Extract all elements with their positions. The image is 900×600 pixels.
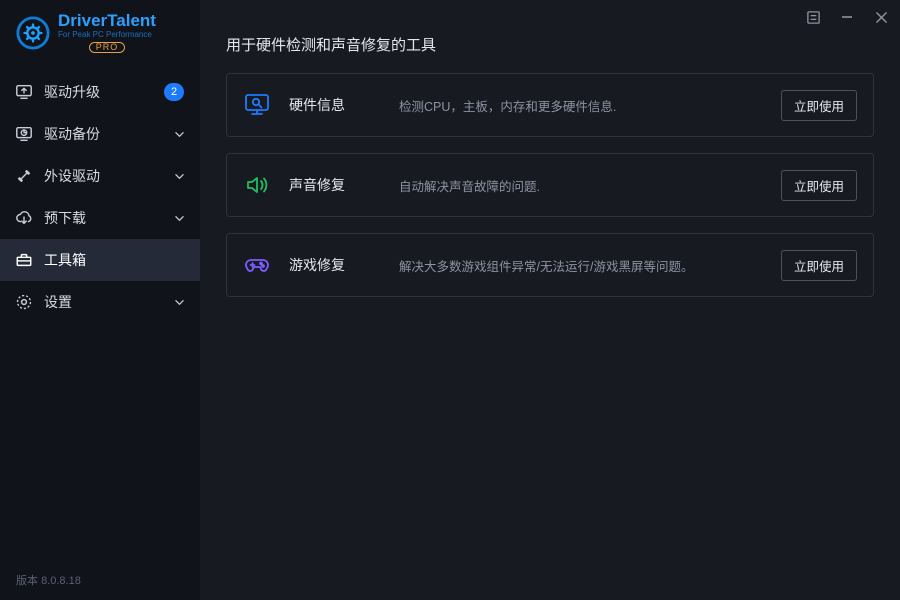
sidebar-item-driver-upgrade[interactable]: 驱动升级 2: [0, 71, 200, 113]
app-logo: DriverTalent For Peak PC Performance PRO: [0, 0, 200, 71]
sidebar-item-toolbox[interactable]: 工具箱: [0, 239, 200, 281]
backup-icon: [14, 124, 34, 144]
tool-name: 硬件信息: [289, 95, 399, 115]
titlebar: [804, 8, 890, 26]
app-title: DriverTalent: [58, 12, 156, 29]
sound-icon: [243, 171, 271, 199]
gamepad-icon: [243, 251, 271, 279]
app-subtitle: For Peak PC Performance: [58, 31, 156, 39]
sidebar-item-label: 预下载: [44, 208, 174, 228]
gear-icon: [14, 292, 34, 312]
use-now-button[interactable]: 立即使用: [781, 90, 857, 121]
version-label: 版本 8.0.8.18: [16, 572, 81, 588]
main: 用于硬件检测和声音修复的工具 硬件信息 检测CPU，主板，内存和更多硬件信息. …: [200, 0, 900, 600]
upgrade-badge: 2: [164, 83, 184, 101]
sidebar: DriverTalent For Peak PC Performance PRO…: [0, 0, 200, 600]
tool-row-game-repair: 游戏修复 解决大多数游戏组件异常/无法运行/游戏黑屏等问题。 立即使用: [226, 233, 874, 297]
toolbox-icon: [14, 250, 34, 270]
sidebar-item-label: 驱动升级: [44, 82, 164, 102]
sidebar-item-label: 外设驱动: [44, 166, 174, 186]
version-prefix: 版本: [16, 575, 38, 587]
minimize-button[interactable]: [838, 8, 856, 26]
app-title-part2: Talent: [107, 11, 156, 30]
app-logo-text: DriverTalent For Peak PC Performance PRO: [58, 12, 156, 53]
chevron-down-icon: [174, 213, 184, 223]
chevron-down-icon: [174, 297, 184, 307]
use-now-button[interactable]: 立即使用: [781, 250, 857, 281]
tool-desc: 解决大多数游戏组件异常/无法运行/游戏黑屏等问题。: [399, 256, 781, 275]
version-number: 8.0.8.18: [41, 575, 81, 587]
close-button[interactable]: [872, 8, 890, 26]
upgrade-icon: [14, 82, 34, 102]
app-title-part1: Driver: [58, 11, 107, 30]
sidebar-item-settings[interactable]: 设置: [0, 281, 200, 323]
sidebar-item-label: 工具箱: [44, 250, 184, 270]
tool-row-sound-repair: 声音修复 自动解决声音故障的问题. 立即使用: [226, 153, 874, 217]
use-now-button[interactable]: 立即使用: [781, 170, 857, 201]
sidebar-item-peripheral-drivers[interactable]: 外设驱动: [0, 155, 200, 197]
tool-name: 游戏修复: [289, 255, 399, 275]
tool-name: 声音修复: [289, 175, 399, 195]
pro-badge: PRO: [89, 42, 126, 53]
sidebar-item-driver-backup[interactable]: 驱动备份: [0, 113, 200, 155]
hardware-monitor-icon: [243, 91, 271, 119]
sidebar-item-label: 设置: [44, 292, 174, 312]
menu-button[interactable]: [804, 8, 822, 26]
sidebar-item-predownload[interactable]: 预下载: [0, 197, 200, 239]
cloud-download-icon: [14, 208, 34, 228]
chevron-down-icon: [174, 171, 184, 181]
nav: 驱动升级 2 驱动备份: [0, 71, 200, 323]
tool-row-hardware-info: 硬件信息 检测CPU，主板，内存和更多硬件信息. 立即使用: [226, 73, 874, 137]
peripheral-icon: [14, 166, 34, 186]
sidebar-item-label: 驱动备份: [44, 124, 174, 144]
tool-desc: 自动解决声音故障的问题.: [399, 176, 781, 195]
page-title: 用于硬件检测和声音修复的工具: [226, 0, 874, 73]
tool-desc: 检测CPU，主板，内存和更多硬件信息.: [399, 96, 781, 115]
chevron-down-icon: [174, 129, 184, 139]
app-logo-icon: [16, 16, 50, 50]
